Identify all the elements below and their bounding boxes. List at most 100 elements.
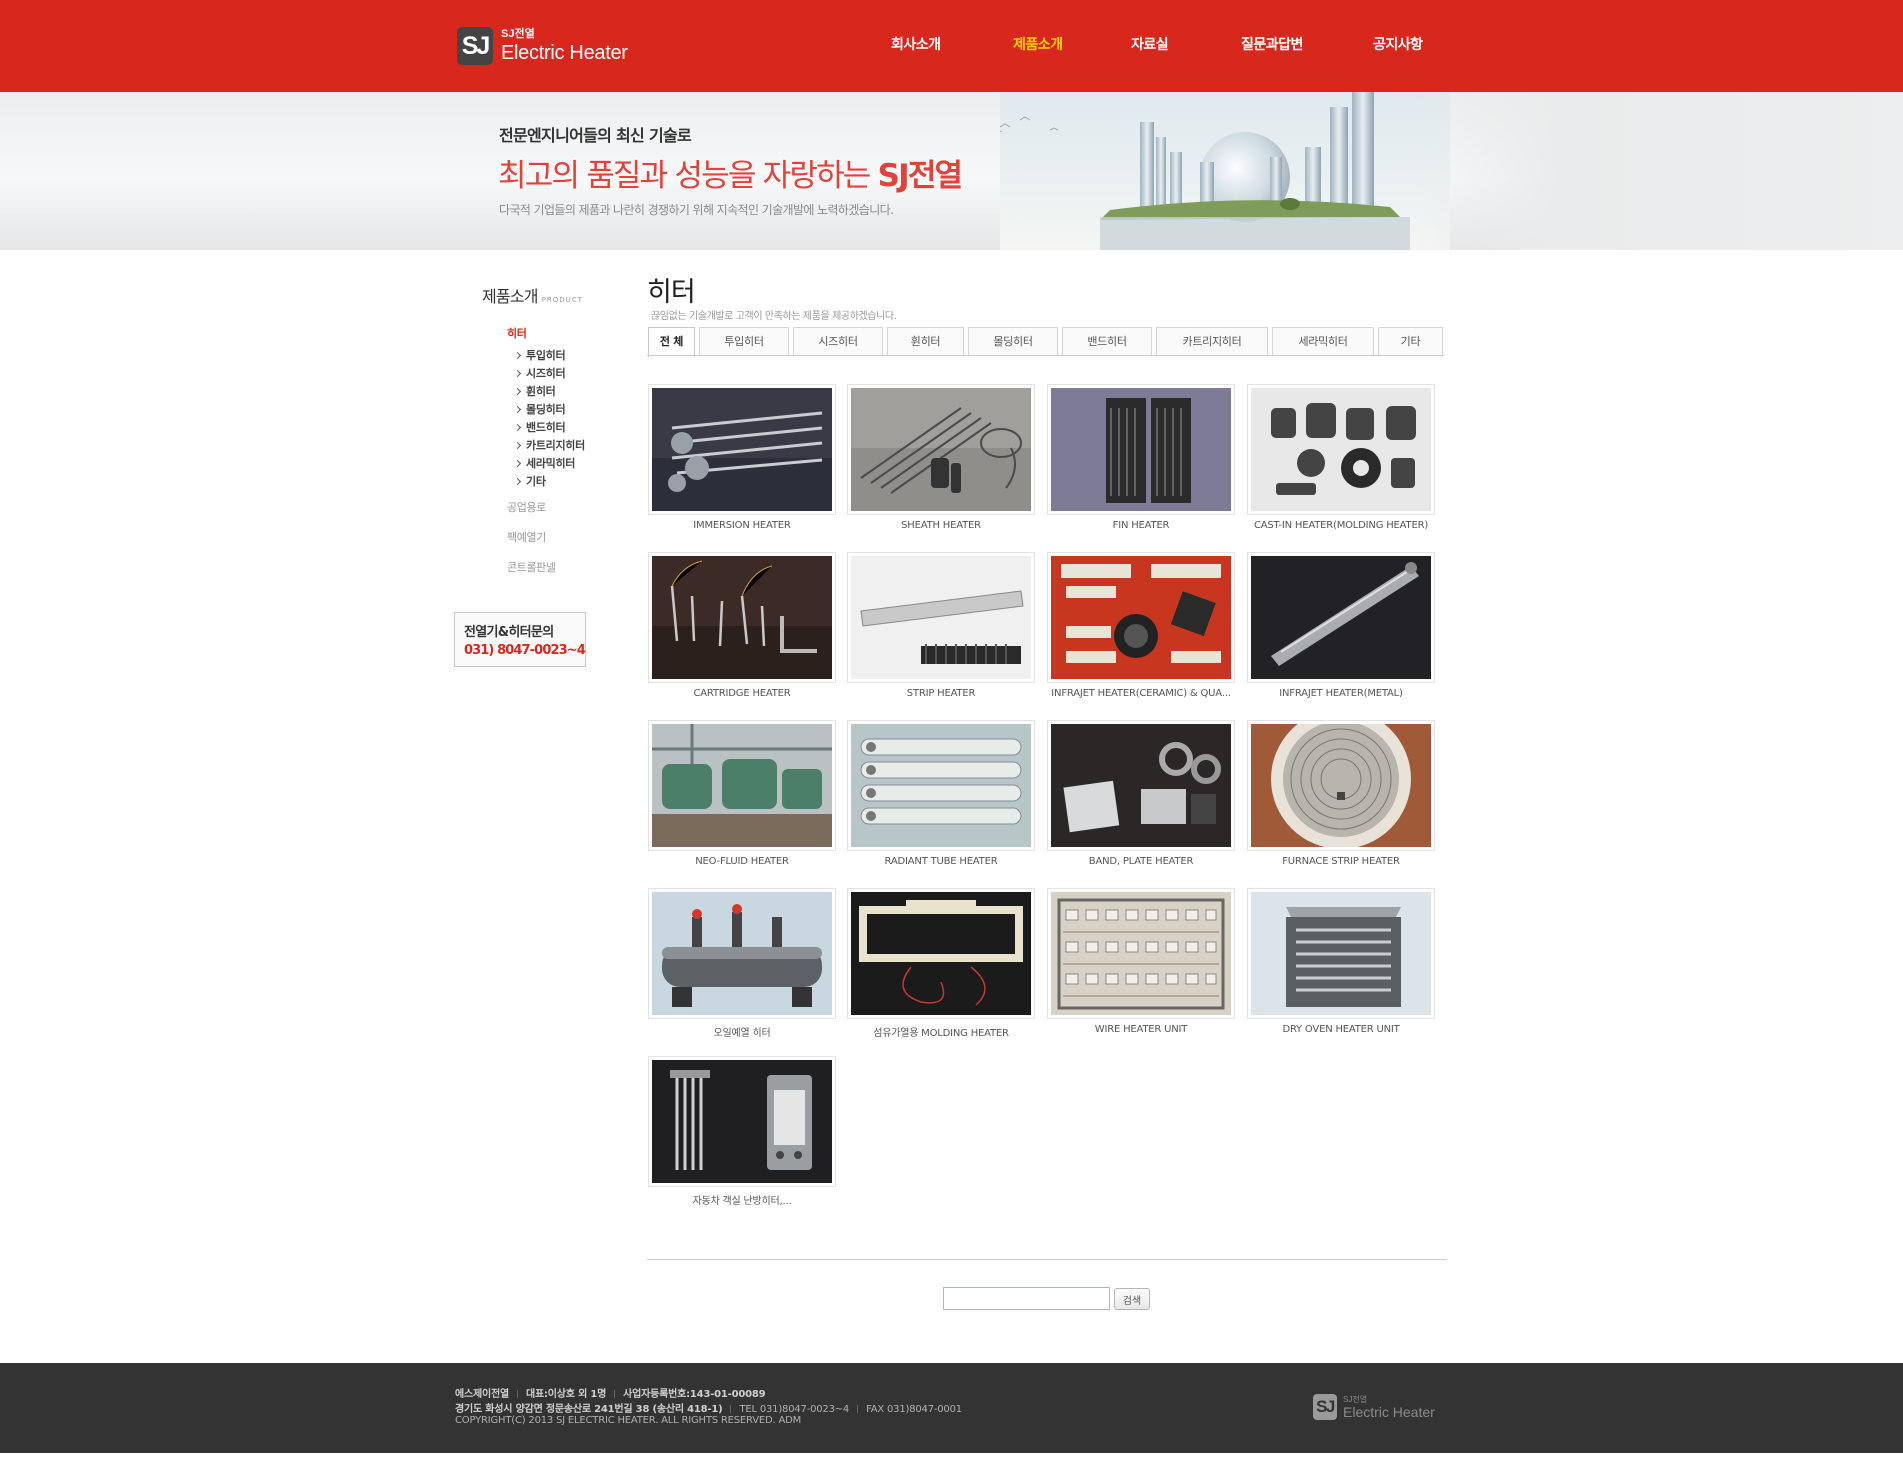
footer-logo-badge: SJ xyxy=(1313,1394,1337,1420)
product-name[interactable]: 자동차 객실 난방히터,... xyxy=(642,1192,842,1207)
product-thumbnail[interactable] xyxy=(847,888,1035,1019)
product-thumbnail[interactable] xyxy=(1247,888,1435,1019)
inquiry-title: 전열기&히터문의 xyxy=(464,625,554,640)
tab-etc[interactable]: 기타 xyxy=(1378,327,1443,356)
product-image xyxy=(1051,724,1231,847)
product-thumbnail[interactable] xyxy=(648,552,836,683)
site-header: SJ SJ전열 Electric Heater 회사소개 제품소개 자료실 질문… xyxy=(0,0,1903,92)
search-button[interactable]: 검색 xyxy=(1114,1288,1150,1310)
product-image xyxy=(1251,892,1431,1015)
tab-cartridge[interactable]: 카트리지히터 xyxy=(1156,327,1268,356)
product-thumbnail[interactable] xyxy=(648,888,836,1019)
footer-company-line: 에스제이전열 대표:이상호 외 1명 사업자등록번호:143-01-00089 xyxy=(455,1385,766,1400)
product-thumbnail[interactable] xyxy=(1247,552,1435,683)
sidebar-category-preheater[interactable]: 팩예열기 xyxy=(507,529,546,545)
sidebar-title: 제품소개 PRODUCT xyxy=(482,283,583,307)
sidebar-category-furnace[interactable]: 공업용로 xyxy=(507,499,546,515)
product-name[interactable]: 오일예열 히터 xyxy=(642,1024,842,1039)
footer-company: 에스제이전열 xyxy=(455,1389,509,1400)
product-name[interactable]: SHEATH HEATER xyxy=(841,520,1041,531)
product-name[interactable]: NEO-FLUID HEATER xyxy=(642,856,842,867)
footer-separator xyxy=(614,1390,616,1398)
search-input[interactable] xyxy=(943,1287,1110,1310)
product-thumbnail[interactable] xyxy=(1047,888,1235,1019)
site-footer: 에스제이전열 대표:이상호 외 1명 사업자등록번호:143-01-00089 경기… xyxy=(0,1363,1903,1453)
nav-item-qna[interactable]: 질문과답변 xyxy=(1241,34,1303,54)
sidebar-item[interactable]: 카트리지히터 xyxy=(513,437,585,453)
product-name[interactable]: CARTRIDGE HEATER xyxy=(642,688,842,699)
product-thumbnail[interactable] xyxy=(1047,384,1235,515)
product-name[interactable]: RADIANT TUBE HEATER xyxy=(841,856,1041,867)
product-thumbnail[interactable] xyxy=(847,384,1035,515)
tab-fin[interactable]: 휜히터 xyxy=(887,327,964,356)
nav-item-library[interactable]: 자료실 xyxy=(1131,34,1169,54)
tab-molding[interactable]: 몰딩히터 xyxy=(968,327,1058,356)
product-thumbnail[interactable] xyxy=(847,552,1035,683)
product-thumbnail[interactable] xyxy=(1247,720,1435,851)
tab-band[interactable]: 밴드히터 xyxy=(1062,327,1152,356)
product-image xyxy=(851,724,1031,847)
sidebar-item-label: 카트리지히터 xyxy=(526,439,585,452)
product-name[interactable]: 섬유가열용 MOLDING HEATER xyxy=(841,1024,1041,1039)
product-name[interactable]: BAND, PLATE HEATER xyxy=(1041,856,1241,867)
nav-item-notice[interactable]: 공지사항 xyxy=(1373,34,1423,54)
product-thumbnail[interactable] xyxy=(648,384,836,515)
product-name[interactable]: INFRAJET HEATER(METAL) xyxy=(1241,688,1441,699)
nav-item-products[interactable]: 제품소개 xyxy=(1013,34,1063,54)
nav-item-company[interactable]: 회사소개 xyxy=(891,34,941,54)
product-name[interactable]: WIRE HEATER UNIT xyxy=(1041,1024,1241,1035)
sidebar-item[interactable]: 휜히터 xyxy=(513,383,556,399)
footer-address-line: 경기도 화성시 양감면 정문송산로 241번길 38 (송산리 418-1) TE… xyxy=(455,1400,962,1415)
product-name[interactable]: CAST-IN HEATER(MOLDING HEATER) xyxy=(1241,520,1441,531)
hero-banner: 전문엔지니어들의 최신 기술로 최고의 품질과 성능을 자랑하는 SJ전열 다국… xyxy=(0,92,1903,250)
product-name[interactable]: IMMERSION HEATER xyxy=(642,520,842,531)
banner-headline-text: 최고의 품질과 성능을 자랑하는 xyxy=(498,158,878,194)
sidebar-category-control-panel[interactable]: 콘트롤판넬 xyxy=(507,559,556,575)
product-name[interactable]: FURNACE STRIP HEATER xyxy=(1241,856,1441,867)
product-image xyxy=(1051,388,1231,511)
main-nav: 회사소개 제품소개 자료실 질문과답변 공지사항 xyxy=(0,34,1903,54)
tab-sheath[interactable]: 시즈히터 xyxy=(793,327,883,356)
sidebar-item[interactable]: 시즈히터 xyxy=(513,365,566,381)
product-name[interactable]: STRIP HEATER xyxy=(841,688,1041,699)
banner-subtext: 다국적 기업들의 제품과 나란히 경쟁하기 위해 지속적인 기술개발에 노력하겠… xyxy=(499,203,894,217)
sidebar-item[interactable]: 투입히터 xyxy=(513,347,566,363)
product-image xyxy=(652,1060,832,1183)
city-skyline-image xyxy=(1000,92,1450,250)
chevron-right-icon xyxy=(513,459,522,468)
sidebar-title-text: 제품소개 xyxy=(482,287,538,306)
sidebar-item[interactable]: 몰딩히터 xyxy=(513,401,566,417)
tab-all[interactable]: 전 체 xyxy=(648,327,695,357)
sidebar-item[interactable]: 기타 xyxy=(513,473,546,489)
sidebar-item-label: 휜히터 xyxy=(526,385,556,398)
product-name[interactable]: FIN HEATER xyxy=(1041,520,1241,531)
sidebar-item[interactable]: 밴드히터 xyxy=(513,419,566,435)
product-thumbnail[interactable] xyxy=(847,720,1035,851)
chevron-right-icon xyxy=(513,477,522,486)
product-name[interactable]: DRY OVEN HEATER UNIT xyxy=(1241,1024,1441,1035)
product-image xyxy=(1051,556,1231,679)
product-image xyxy=(1251,388,1431,511)
tab-immersion[interactable]: 투입히터 xyxy=(699,327,789,356)
product-thumbnail[interactable] xyxy=(648,720,836,851)
product-thumbnail[interactable] xyxy=(1247,384,1435,515)
footer-separator xyxy=(730,1405,732,1413)
sidebar-item[interactable]: 세라믹히터 xyxy=(513,455,575,471)
page-description: 끊임없는 기술개발로 고객이 만족하는 제품을 제공하겠습니다. xyxy=(651,311,897,322)
chevron-right-icon xyxy=(513,423,522,432)
product-name[interactable]: INFRAJET HEATER(CERAMIC) & QUA... xyxy=(1041,688,1241,699)
sidebar-category-heater[interactable]: 히터 xyxy=(507,325,527,341)
sidebar-item-label: 투입히터 xyxy=(526,349,566,362)
footer-logo-small: SJ전열 xyxy=(1343,1394,1368,1404)
product-thumbnail[interactable] xyxy=(1047,552,1235,683)
tab-ceramic[interactable]: 세라믹히터 xyxy=(1272,327,1374,356)
banner-brand-text: SJ전열 xyxy=(877,158,963,194)
product-thumbnail[interactable] xyxy=(1047,720,1235,851)
product-thumbnail[interactable] xyxy=(648,1056,836,1187)
banner-headline-small: 전문엔지니어들의 최신 기술로 xyxy=(499,126,692,145)
inquiry-phone: 031) 8047-0023~4 xyxy=(464,643,586,658)
sidebar-item-label: 기타 xyxy=(526,475,546,488)
product-image xyxy=(652,892,832,1015)
footer-copyright: COPYRIGHT(C) 2013 SJ ELECTRIC HEATER. AL… xyxy=(455,1415,802,1426)
banner-headline-large: 최고의 품질과 성능을 자랑하는 SJ전열 xyxy=(498,150,963,195)
